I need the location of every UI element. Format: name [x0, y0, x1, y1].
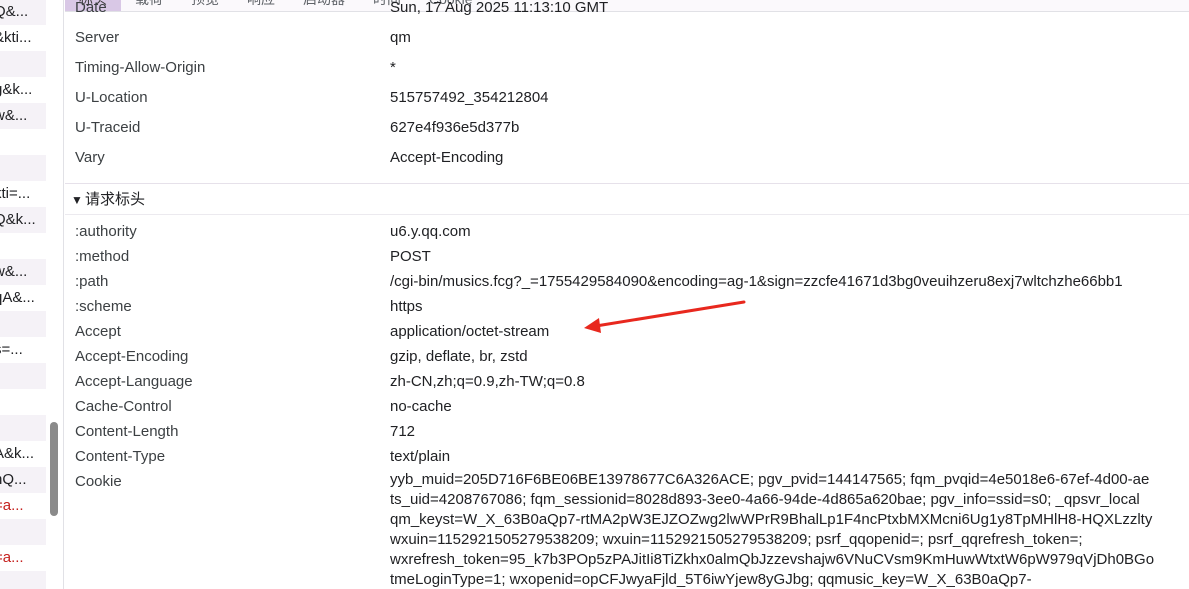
header-name: Timing-Allow-Origin	[75, 59, 206, 76]
header-row: Content-Type text/plain	[65, 444, 1189, 469]
cookie-line: qm_keyst=W_X_63B0aQp7-rtMA2pW3EJZOZwg2lw…	[390, 511, 1153, 528]
header-row: Accept-Encoding gzip, deflate, br, zstd	[65, 344, 1189, 369]
request-list-item[interactable]: g&k...	[0, 77, 46, 103]
request-list-item[interactable]	[0, 311, 46, 337]
header-row: :authority u6.y.qq.com	[65, 219, 1189, 244]
request-list-item[interactable]: Q&...	[0, 0, 46, 25]
header-name: Vary	[75, 149, 105, 166]
header-value: 515757492_354212804	[390, 89, 549, 106]
header-value: text/plain	[390, 448, 451, 465]
request-list-item[interactable]	[0, 415, 46, 441]
header-name: Cookie	[75, 473, 122, 490]
request-list-item[interactable]: A&k...	[0, 441, 46, 467]
cookie-value: yyb_muid=205D716F6BE06BE13978677C6A326AC…	[390, 470, 1189, 589]
cookie-line: yyb_muid=205D716F6BE06BE13978677C6A326AC…	[390, 471, 1150, 488]
request-list-item[interactable]: =a...	[0, 493, 46, 519]
request-list-item[interactable]: Q&k...	[0, 207, 46, 233]
header-row: Content-Length 712	[65, 419, 1189, 444]
request-list-item[interactable]: qA&...	[0, 285, 46, 311]
cookie-line: tmeLoginType=1; wxopenid=opCFJwyaFjld_5T…	[390, 571, 1032, 588]
request-list-item[interactable]: &kti...	[0, 25, 46, 51]
header-name: Date	[75, 0, 107, 16]
header-name: Content-Length	[75, 423, 179, 440]
header-row: Accept-Language zh-CN,zh;q=0.9,zh-TW;q=0.…	[65, 369, 1189, 394]
request-list-item[interactable]	[0, 363, 46, 389]
header-row: Date Sun, 17 Aug 2025 11:13:10 GMT	[65, 0, 1189, 23]
header-name: Content-Type	[75, 448, 166, 465]
section-label: 请求标头	[85, 191, 146, 208]
request-list-item[interactable]	[0, 519, 46, 545]
header-value: POST	[390, 248, 431, 265]
header-value: /cgi-bin/musics.fcg?_=1755429584090&enco…	[390, 273, 1123, 290]
header-name: :scheme	[75, 298, 132, 315]
header-name: :authority	[75, 223, 137, 240]
request-list-item[interactable]: w&...	[0, 259, 46, 285]
request-list-item[interactable]: kti=...	[0, 181, 46, 207]
cookie-line: wxrefresh_token=95_k7b3POp5zPAJitIi8TiZk…	[390, 551, 1155, 568]
request-list-item[interactable]	[0, 129, 46, 155]
header-row: U-Traceid 627e4f936e5d377b	[65, 113, 1189, 143]
request-headers-section-title[interactable]: ▼ 请求标头	[65, 183, 1189, 215]
header-value: qm	[390, 29, 411, 46]
header-value: zh-CN,zh;q=0.9,zh-TW;q=0.8	[390, 373, 585, 390]
header-value: 627e4f936e5d377b	[390, 119, 520, 136]
header-value: 712	[390, 423, 416, 440]
collapse-triangle-icon[interactable]: ▼	[71, 184, 83, 216]
request-list-item[interactable]	[0, 389, 46, 415]
header-row: :method POST	[65, 244, 1189, 269]
header-name: Accept	[75, 323, 121, 340]
header-name: Cache-Control	[75, 398, 172, 415]
header-row: Timing-Allow-Origin *	[65, 53, 1189, 83]
header-row: U-Location 515757492_354212804	[65, 83, 1189, 113]
request-list-scrollbar[interactable]	[50, 422, 58, 516]
header-row: Accept application/octet-stream	[65, 319, 1189, 344]
request-list-pane: Q&...&kti...g&k...w&...kti=...Q&k...w&..…	[0, 0, 64, 589]
header-name: U-Traceid	[75, 119, 141, 136]
header-name: :path	[75, 273, 109, 290]
header-name: U-Location	[75, 89, 148, 106]
header-name: Accept-Language	[75, 373, 193, 390]
header-value: *	[390, 59, 396, 76]
header-value: Accept-Encoding	[390, 149, 504, 166]
header-name: Accept-Encoding	[75, 348, 189, 365]
header-value: application/octet-stream	[390, 323, 550, 340]
request-list-item[interactable]: nQ...	[0, 467, 46, 493]
cookie-line: wxuin=1152921505279538209; wxuin=1152921…	[390, 531, 1083, 548]
header-row: :path/cgi-bin/musics.fcg?_=1755429584090…	[65, 269, 1189, 294]
header-name: Server	[75, 29, 120, 46]
headers-panel: 标头载荷预览响应启动器时间Cookie DateSun, 17 Aug 2025…	[65, 0, 1189, 589]
header-value: u6.y.qq.com	[390, 223, 471, 240]
request-list-item[interactable]	[0, 155, 46, 181]
request-list-item[interactable]	[0, 51, 46, 77]
header-row: Vary Accept-Encoding	[65, 143, 1189, 173]
header-value: https	[390, 298, 423, 315]
cookie-line: ts_uid=4208767086; fqm_sessionid=8028d89…	[390, 491, 1140, 508]
header-value: no-cache	[390, 398, 452, 415]
request-list-item[interactable]	[0, 233, 46, 259]
request-list-item[interactable]: s=...	[0, 337, 46, 363]
request-list-item[interactable]: w&...	[0, 103, 46, 129]
request-list-item[interactable]	[0, 571, 46, 589]
header-row: Cache-Control no-cache	[65, 394, 1189, 419]
request-list-item[interactable]: =a...	[0, 545, 46, 571]
header-name: :method	[75, 248, 130, 265]
header-row: Server qm	[65, 23, 1189, 53]
header-value: gzip, deflate, br, zstd	[390, 348, 528, 365]
header-row: :scheme https	[65, 294, 1189, 319]
header-value: Sun, 17 Aug 2025 11:13:10 GMT	[390, 0, 609, 16]
